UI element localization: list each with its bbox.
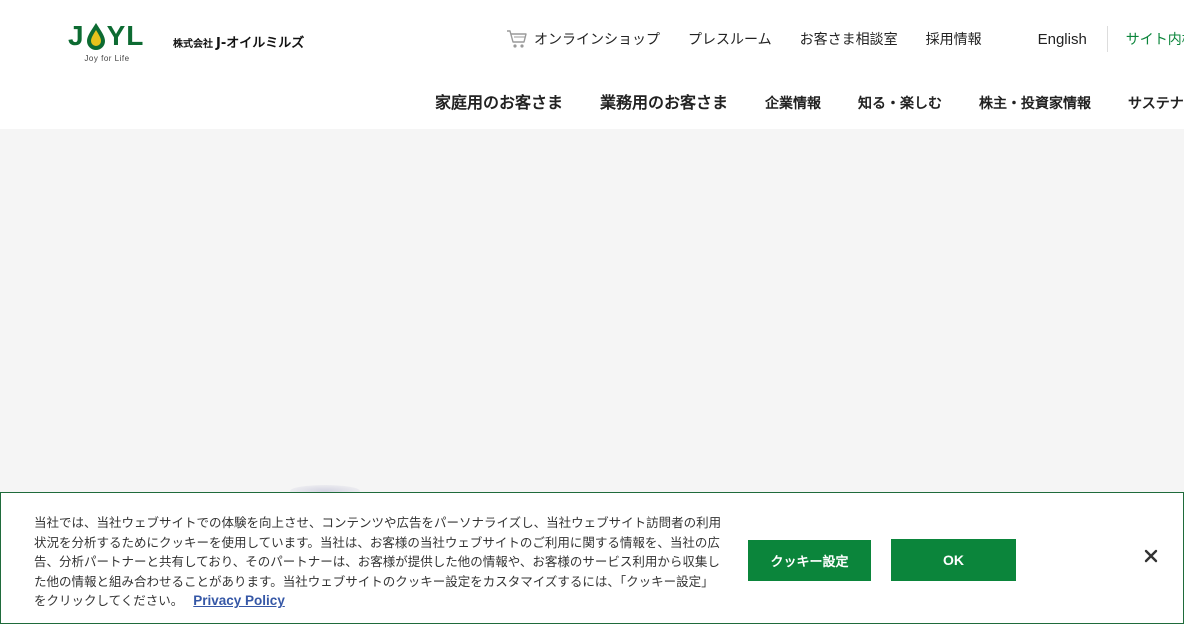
cookie-message-text: 当社では、当社ウェブサイトでの体験を向上させ、コンテンツや広告をパーソナライズし… <box>34 515 722 608</box>
site-header: J Y L Joy for Life 株式会社 J-オイルミルズ オンラインショッ… <box>0 0 1184 129</box>
cookie-banner: 当社では、当社ウェブサイトでの体験を向上させ、コンテンツや広告をパーソナライズし… <box>0 492 1184 624</box>
company-name[interactable]: 株式会社 J-オイルミルズ <box>173 32 304 51</box>
util-label-online-shop: オンラインショップ <box>534 32 660 48</box>
util-link-online-shop[interactable]: オンラインショップ <box>506 29 660 49</box>
site-search-link[interactable]: サイト内検索 <box>1126 29 1184 49</box>
cart-icon <box>507 30 527 48</box>
logo-letter-l: L <box>126 20 145 51</box>
close-icon <box>1144 549 1158 563</box>
util-divider <box>1106 26 1108 52</box>
util-link-customer-center[interactable]: お客さま相談室 <box>800 29 898 49</box>
nav-item-corporate[interactable]: 企業情報 <box>765 93 821 113</box>
main-nav: 家庭用のお客さま 業務用のお客さま 企業情報 知る・楽しむ 株主・投資家情報 サ… <box>435 89 1184 113</box>
logo-tagline: Joy for Life <box>84 54 130 63</box>
utility-nav: オンラインショップ プレスルーム お客さま相談室 採用情報 English サイ… <box>506 26 1184 52</box>
util-link-english[interactable]: English <box>1038 31 1087 48</box>
company-prefix: 株式会社 <box>173 39 213 50</box>
util-link-recruit[interactable]: 採用情報 <box>926 29 982 49</box>
nav-item-sustainability[interactable]: サステナビリティ <box>1128 93 1184 113</box>
cookie-message: 当社では、当社ウェブサイトでの体験を向上させ、コンテンツや広告をパーソナライズし… <box>34 513 724 611</box>
logo-letter-j: J <box>68 20 85 51</box>
nav-item-investors[interactable]: 株主・投資家情報 <box>979 93 1091 113</box>
privacy-policy-link[interactable]: Privacy Policy <box>193 593 285 608</box>
logo-mark: J Y L <box>68 22 146 50</box>
nav-item-learn-enjoy[interactable]: 知る・楽しむ <box>858 93 942 113</box>
oil-drop-icon <box>86 23 105 50</box>
company-name-text: J-オイルミルズ <box>216 36 305 51</box>
joyl-logo[interactable]: J Y L Joy for Life <box>68 22 146 64</box>
cookie-close-button[interactable] <box>1138 543 1164 569</box>
util-link-press-room[interactable]: プレスルーム <box>688 29 772 49</box>
nav-item-home-customers[interactable]: 家庭用のお客さま <box>435 89 563 113</box>
logo-letter-y: Y <box>106 20 127 51</box>
cookie-settings-button[interactable]: クッキー設定 <box>748 540 871 581</box>
nav-item-business-customers[interactable]: 業務用のお客さま <box>600 89 728 113</box>
cookie-ok-button[interactable]: OK <box>891 539 1016 581</box>
